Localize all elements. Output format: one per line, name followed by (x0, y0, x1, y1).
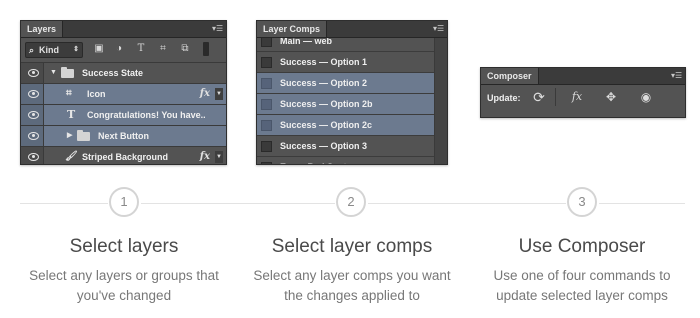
step-description: Use one of four commands to update selec… (465, 266, 699, 306)
layer-name: Icon (87, 89, 106, 99)
eye-icon (28, 153, 39, 161)
kind-filter-label: Kind (39, 45, 59, 55)
move-icon[interactable]: ✥ (603, 89, 619, 105)
layer-name: Next Button (98, 131, 149, 141)
update-label: Update: (487, 93, 521, 103)
step-description-line: the changes applied to (284, 288, 420, 303)
disclosure-closed-icon[interactable]: ▶ (67, 126, 72, 146)
step-number: 1 (109, 187, 139, 217)
comp-name: Success — Option 2c (280, 120, 373, 130)
layer-comp-row[interactable]: Error: Bad Syntax (257, 156, 435, 164)
comp-name: Error: Bad Syntax (280, 157, 357, 164)
visibility-toggle[interactable] (21, 126, 44, 146)
shape-filter-icon[interactable]: ⌗ (157, 43, 169, 55)
layer-row[interactable]: ⌗ Icon fx ▼ (21, 83, 226, 104)
eye-icon (28, 69, 39, 77)
layer-row[interactable]: 🖌 Striped Background fx ▼ (21, 146, 226, 164)
visibility-toggle[interactable] (21, 105, 44, 125)
step-number: 3 (567, 187, 597, 217)
layer-comp-row[interactable]: Success — Option 1 (257, 51, 435, 72)
composer-panel: Composer ▾☰ Update: ⟳ fx ✥ ◉ (480, 67, 686, 118)
step-connector (368, 203, 566, 204)
step-description-line: you've changed (76, 288, 172, 303)
comp-checkbox[interactable] (261, 141, 272, 152)
comp-checkbox[interactable] (261, 120, 272, 131)
fx-icon[interactable]: fx (200, 84, 210, 104)
adjustment-filter-icon[interactable]: ◑ (113, 43, 125, 55)
eye-icon (28, 111, 39, 119)
layer-comps-titlebar-overlay: Layer Comps ▾☰ (257, 21, 447, 38)
step-title: Select layer comps (271, 236, 433, 257)
step-description: Select any layer comps you want the chan… (235, 266, 469, 306)
kind-filter-select[interactable]: ⌕ Kind ⇕ (25, 42, 83, 58)
folder-icon (77, 130, 90, 141)
layer-comp-row[interactable]: Success — Option 2 (257, 72, 435, 93)
visibility-icon[interactable]: ◉ (638, 89, 654, 105)
step-connector (20, 203, 108, 204)
fx-icon[interactable]: fx (569, 89, 585, 105)
visibility-toggle[interactable] (21, 147, 44, 164)
layer-comp-row[interactable]: Success — Option 3 (257, 135, 435, 156)
comp-checkbox[interactable] (261, 99, 272, 110)
step-number: 2 (336, 187, 366, 217)
text-layer-icon: T (67, 108, 76, 121)
layer-comp-row[interactable]: Success — Option 2c (257, 114, 435, 135)
panel-menu-icon[interactable]: ▾☰ (212, 24, 223, 33)
panel-menu-icon: ▾☰ (433, 24, 445, 33)
layer-row[interactable]: ▶ Next Button (21, 125, 226, 146)
layer-name: Success State (82, 68, 144, 78)
folder-icon (61, 67, 74, 78)
refresh-icon[interactable]: ⟳ (531, 89, 547, 105)
brush-icon: 🖌 (65, 151, 78, 162)
step-description-line: update selected layer comps (496, 288, 668, 303)
eye-icon (28, 132, 39, 140)
divider (555, 88, 556, 106)
layers-panel: Layers ▾☰ ⌕ Kind ⇕ ▣ ◑ T ⌗ ⧉ ▼ Success S… (20, 20, 227, 165)
step-title: Select layers (69, 236, 179, 257)
chevron-updown-icon: ⇕ (73, 46, 79, 53)
step-description-line: Select any layer comps you want (253, 268, 451, 283)
panel-menu-icon[interactable]: ▾☰ (671, 71, 682, 80)
comp-name: Success — Option 2b (280, 99, 373, 109)
step-connector (599, 203, 685, 204)
step-connector (141, 203, 335, 204)
layer-comps-tab-overlay: Layer Comps (257, 21, 328, 37)
visibility-toggle[interactable] (21, 63, 44, 83)
layer-comp-row[interactable]: Success — Option 2b (257, 93, 435, 114)
composer-titlebar: Composer ▾☰ (481, 68, 685, 85)
visibility-toggle[interactable] (21, 84, 44, 104)
layer-row[interactable]: ▼ Success State (21, 62, 226, 83)
comps-scrollbar[interactable] (434, 38, 447, 164)
effects-expand-icon[interactable]: ▼ (215, 151, 223, 163)
type-filter-icon[interactable]: T (135, 43, 147, 55)
layer-name: Striped Background (82, 152, 169, 162)
layer-comps-panel: Layer Comps ▾☰ Main — web Success — Opti… (256, 20, 448, 165)
composer-tab[interactable]: Composer (481, 68, 539, 84)
comp-checkbox[interactable] (261, 162, 272, 164)
step-title: Use Composer (518, 236, 646, 257)
comp-checkbox[interactable] (261, 57, 272, 68)
image-filter-icon[interactable]: ▣ (93, 43, 105, 55)
comp-checkbox[interactable] (261, 78, 272, 89)
eye-icon (28, 90, 39, 98)
layers-panel-titlebar: Layers ▾☰ (21, 21, 226, 38)
layers-filter-bar: ⌕ Kind ⇕ ▣ ◑ T ⌗ ⧉ (21, 38, 226, 62)
comp-name: Success — Option 2 (280, 78, 368, 88)
comp-name: Success — Option 1 (280, 57, 368, 67)
layers-tab[interactable]: Layers (21, 21, 64, 37)
step-description-line: Select any layers or groups that (29, 268, 219, 283)
step-description: Select any layers or groups that you've … (7, 266, 241, 306)
fx-icon[interactable]: fx (200, 147, 210, 164)
effects-expand-icon[interactable]: ▼ (215, 88, 223, 100)
search-icon: ⌕ (29, 45, 35, 55)
layer-name: Congratulations! You have.. (87, 110, 206, 120)
shape-layer-icon: ⌗ (66, 88, 72, 99)
disclosure-open-icon[interactable]: ▼ (50, 63, 57, 83)
layer-row[interactable]: T Congratulations! You have.. (21, 104, 226, 125)
comp-name: Success — Option 3 (280, 141, 368, 151)
step-description-line: Use one of four commands to (493, 268, 671, 283)
filter-toggle[interactable] (203, 42, 209, 56)
smart-object-filter-icon[interactable]: ⧉ (179, 43, 191, 55)
